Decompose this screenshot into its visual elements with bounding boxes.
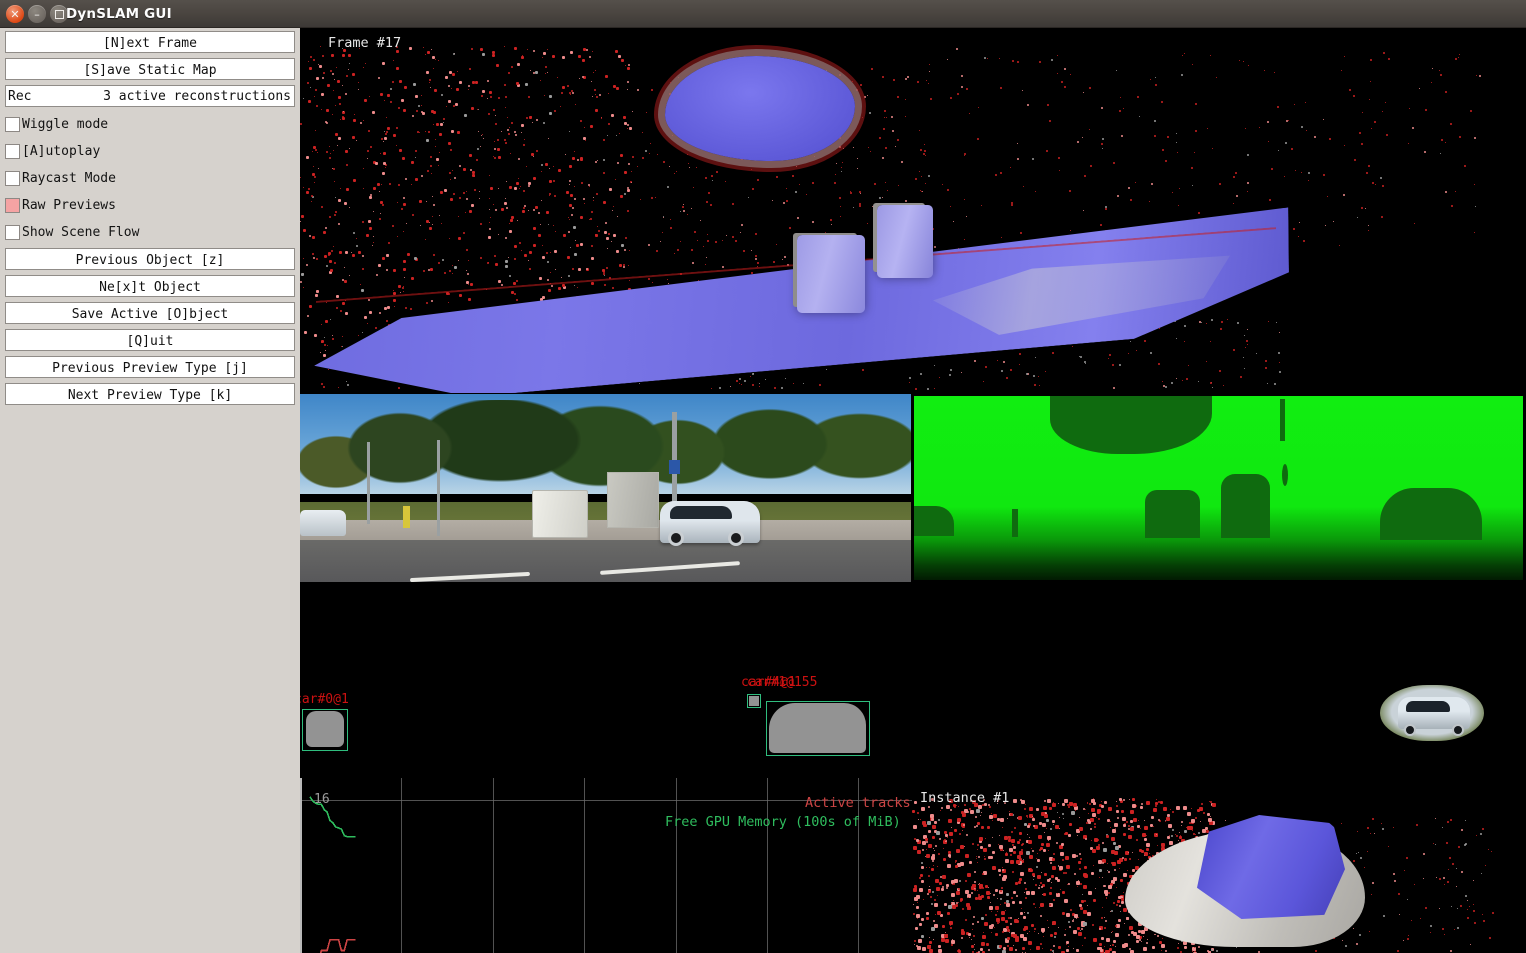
segmentation-mask-small [749,696,759,706]
segmentation-label-car-1-155: car#1@155 [747,675,818,690]
checkbox-icon[interactable] [5,116,20,132]
parked-car-left [300,510,346,536]
reconstructed-tree-blob [665,56,855,161]
silver-car-right [660,501,760,546]
depth-blob-car [1380,488,1482,540]
checkbox-raw-previews[interactable]: Raw Previews [5,194,295,216]
depth-blob-sign [1282,464,1288,486]
reconstruction-status: Rec 3 active reconstructions [5,85,295,107]
save-static-map-button[interactable]: [S]ave Static Map [5,58,295,80]
instance-image-patch [1368,677,1496,749]
reconstructed-container-a [797,235,865,313]
checkbox-label: Raycast Mode [22,170,116,186]
control-sidebar: [N]ext Frame [S]ave Static Map Rec 3 act… [0,28,300,953]
checkbox-autoplay[interactable]: [A]utoplay [5,140,295,162]
plot-ytick-label: 16 [314,792,330,807]
checkbox-label: Wiggle mode [22,116,109,132]
control-panel: [N]ext Frame [S]ave Static Map Rec 3 act… [5,31,295,410]
tree-line [300,400,911,515]
application-window: ✕ – DynSLAM GUI [N]ext Frame [S]ave Stat… [0,0,1526,953]
checkbox-icon[interactable] [5,170,20,186]
checkbox-icon[interactable] [5,143,20,159]
minimize-icon[interactable]: – [28,5,46,23]
rgb-camera-preview[interactable] [300,394,911,582]
reconstruction-status-label: Rec [8,89,32,104]
reconstructed-car-instance [1125,811,1365,951]
plot-legend-free-gpu-memory: Free GPU Memory (100s of MiB) [665,814,901,830]
next-frame-button[interactable]: [N]ext Frame [5,31,295,53]
previous-preview-type-button[interactable]: Previous Preview Type [j] [5,356,295,378]
yellow-post [403,506,410,528]
checkbox-label: [A]utoplay [22,143,101,159]
next-preview-type-button[interactable]: Next Preview Type [k] [5,383,295,405]
depth-blob-pole [1280,399,1285,441]
title-bar: ✕ – DynSLAM GUI [0,0,1526,28]
render-stage: Frame #17 ar#0@1 car#4@1 car#1@155 16 Ac… [300,28,1526,953]
checkbox-show-scene-flow[interactable]: Show Scene Flow [5,221,295,243]
instance-segmentation-strip[interactable]: car#0@1 car#4@1 car#1@155 [300,582,1526,778]
checkbox-label: Show Scene Flow [22,224,140,240]
reconstructed-container-b [877,205,933,278]
depth-blob-post [1012,509,1018,537]
car-wheel [728,530,744,546]
recycling-bin [532,490,588,538]
depth-image [914,396,1523,580]
close-icon[interactable]: ✕ [6,5,24,23]
segmentation-mask [769,703,866,753]
telemetry-plot[interactable]: 0326496128160192160 Active tracks Free G… [300,778,912,953]
depth-blob-bin [1145,490,1200,538]
parking-sign-icon [669,460,680,474]
frame-counter-overlay: Frame #17 [328,35,402,51]
previous-object-button[interactable]: Previous Object [z] [5,248,295,270]
checkbox-wiggle-mode[interactable]: Wiggle mode [5,113,295,135]
segmentation-label-car-0-1: car#0@1 [300,692,349,707]
checkbox-icon-checked[interactable] [5,197,20,213]
depth-blob-car-left [914,506,954,536]
car-wheel [668,530,684,546]
road-strip [300,540,911,582]
next-object-button[interactable]: Ne[x]t Object [5,275,295,297]
depth-blob-cabinet [1221,474,1270,538]
depth-blob-tree [1050,396,1212,454]
instance-3d-viewport[interactable]: Instance #1 [912,778,1526,953]
segmentation-mask [306,711,344,747]
plot-series-active-tracks [319,939,356,953]
static-map-3d-viewport[interactable]: Frame #17 [300,28,1526,393]
reconstruction-status-value: 3 active reconstructions [103,89,291,104]
street-pole [437,440,440,536]
utility-cabinet [607,472,659,528]
depth-map-preview[interactable] [911,394,1526,582]
street-pole [367,442,370,524]
car-window [670,506,732,519]
plot-legend-active-tracks: Active tracks [805,795,911,811]
quit-button[interactable]: [Q]uit [5,329,295,351]
window-title: DynSLAM GUI [66,6,172,22]
save-active-object-button[interactable]: Save Active [O]bject [5,302,295,324]
instance-counter-overlay: Instance #1 [920,790,1010,806]
checkbox-raycast-mode[interactable]: Raycast Mode [5,167,295,189]
checkbox-icon[interactable] [5,224,20,240]
checkbox-label: Raw Previews [22,197,116,213]
window-controls: ✕ – [6,5,68,23]
